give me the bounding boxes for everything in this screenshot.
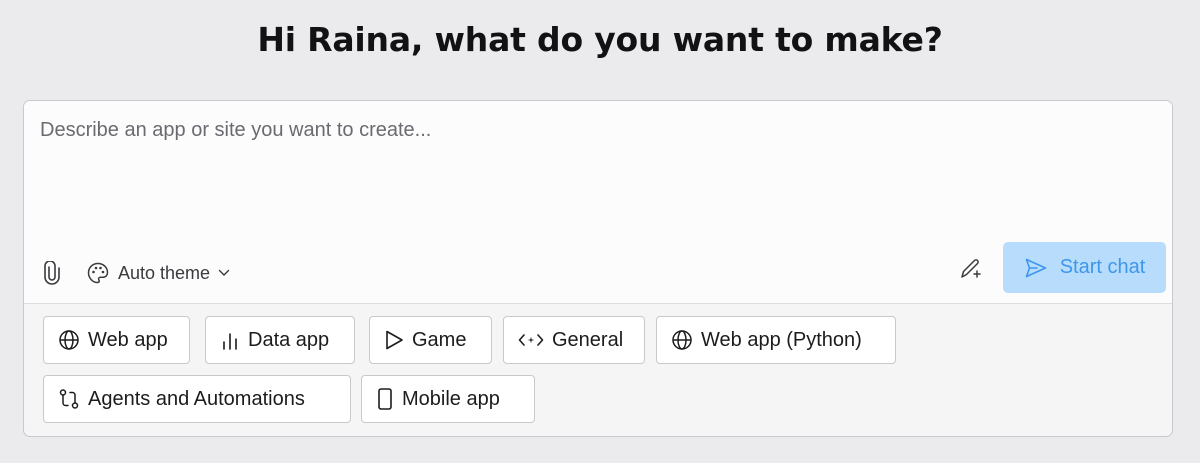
pen-sparkle-icon [961, 259, 981, 278]
template-label: Mobile app [402, 387, 500, 410]
prompt-input[interactable] [40, 119, 1140, 229]
template-chip-web-app[interactable]: Web app [43, 316, 190, 364]
template-label: Web app [88, 328, 168, 351]
phone-icon [378, 388, 392, 410]
template-label: Game [412, 328, 467, 351]
globe-icon [59, 330, 79, 350]
improve-prompt-button[interactable] [956, 253, 986, 283]
theme-selector[interactable]: Auto theme [86, 259, 230, 287]
prompt-input-area: Auto theme Start chat [24, 101, 1172, 304]
template-chip-general[interactable]: General [503, 316, 645, 364]
template-chip-mobile-app[interactable]: Mobile app [361, 375, 535, 423]
globe-icon [672, 330, 692, 350]
prompt-composer: Auto theme Start chat Web app [23, 100, 1173, 437]
chevron-down-icon [218, 269, 230, 276]
template-chip-web-app-python[interactable]: Web app (Python) [656, 316, 896, 364]
start-chat-label: Start chat [1059, 256, 1146, 278]
template-chip-game[interactable]: Game [369, 316, 492, 364]
send-icon [1025, 258, 1046, 277]
theme-label: Auto theme [118, 262, 211, 283]
template-label: General [552, 328, 624, 351]
workflow-icon [59, 389, 79, 409]
code-sparkle-icon [518, 334, 544, 346]
bar-chart-icon [223, 333, 237, 350]
page-title: Hi Raina, what do you want to make? [257, 20, 943, 59]
start-chat-button[interactable]: Start chat [1003, 242, 1166, 293]
template-chip-agents-automations[interactable]: Agents and Automations [43, 375, 351, 423]
attach-button[interactable] [38, 259, 66, 287]
play-icon [386, 330, 403, 350]
template-chip-data-app[interactable]: Data app [205, 316, 355, 364]
template-label: Agents and Automations [88, 387, 305, 410]
palette-icon [87, 262, 109, 284]
template-label: Data app [248, 328, 330, 351]
template-label: Web app (Python) [701, 328, 862, 351]
paperclip-icon [44, 261, 60, 285]
